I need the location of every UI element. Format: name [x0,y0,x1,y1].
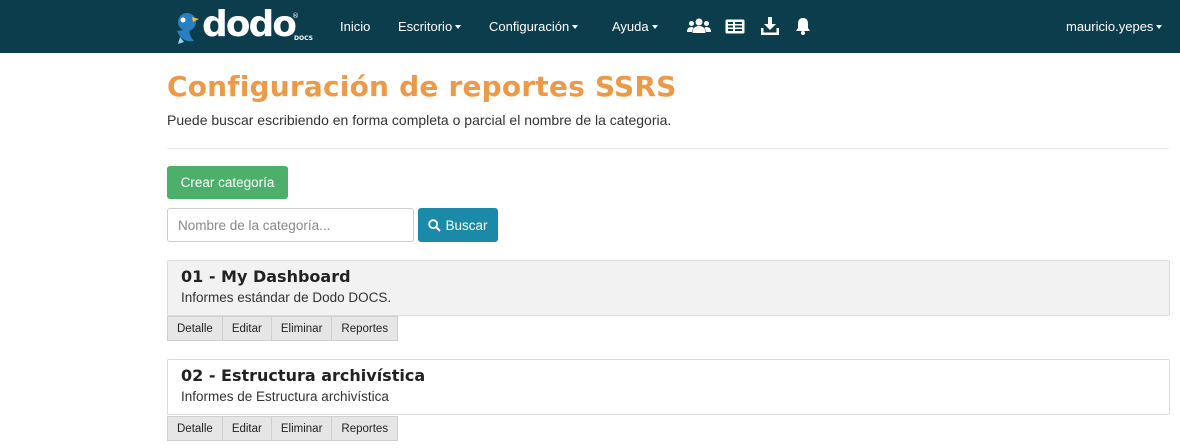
create-category-button[interactable]: Crear categoría [167,166,288,199]
user-menu[interactable]: mauricio.yepes [1066,0,1163,53]
caret-down-icon [651,24,658,29]
nav-configuracion[interactable]: Configuración [489,0,579,53]
nav-ayuda[interactable]: Ayuda [612,0,658,53]
dodo-docs-logo[interactable]: dodo ® DOCS [172,6,314,48]
header-divider [167,148,1169,149]
caret-down-icon [572,24,579,29]
id-card-icon[interactable] [722,14,748,38]
top-navbar: dodo ® DOCS Inicio Escritorio Configurac… [0,0,1180,53]
nav-escritorio-label: Escritorio [398,19,453,34]
category-title: 02 - Estructura archivística [181,366,426,385]
category-search-input[interactable] [167,208,414,242]
category-card: 01 - My Dashboard Informes estándar de D… [167,260,1170,316]
logo-bird-icon [172,9,202,45]
reports-button[interactable]: Reportes [331,416,399,441]
nav-configuracion-label: Configuración [489,19,570,34]
delete-button[interactable]: Eliminar [270,416,333,441]
category-title: 01 - My Dashboard [181,267,351,286]
edit-button[interactable]: Editar [221,416,272,441]
detail-button[interactable]: Detalle [167,416,223,441]
category-description: Informes estándar de Dodo DOCS. [181,290,392,305]
users-icon[interactable] [686,14,712,38]
category-actions: Detalle Editar Eliminar Reportes [167,316,399,341]
category-actions: Detalle Editar Eliminar Reportes [167,416,399,441]
download-icon[interactable] [757,14,783,38]
search-icon [428,218,442,232]
bell-icon[interactable] [790,14,816,38]
search-button-label: Buscar [445,217,488,233]
page-title: Configuración de reportes SSRS [167,70,677,103]
detail-button[interactable]: Detalle [167,316,223,341]
caret-down-icon [455,24,462,29]
page-subtitle: Puede buscar escribiendo en forma comple… [167,112,672,128]
logo-docs-text: DOCS [294,35,313,42]
category-card: 02 - Estructura archivística Informes de… [167,359,1170,415]
category-description: Informes de Estructura archivística [181,389,389,404]
logo-registered-mark: ® [292,12,299,20]
reports-button[interactable]: Reportes [331,316,399,341]
user-name: mauricio.yepes [1066,19,1154,34]
nav-inicio-label: Inicio [340,19,371,34]
nav-ayuda-label: Ayuda [612,19,649,34]
nav-escritorio[interactable]: Escritorio [398,0,462,53]
edit-button[interactable]: Editar [221,316,272,341]
search-button[interactable]: Buscar [418,208,498,242]
caret-down-icon [1156,24,1163,29]
logo-text: dodo [202,4,297,45]
delete-button[interactable]: Eliminar [270,316,333,341]
nav-inicio[interactable]: Inicio [340,0,370,53]
